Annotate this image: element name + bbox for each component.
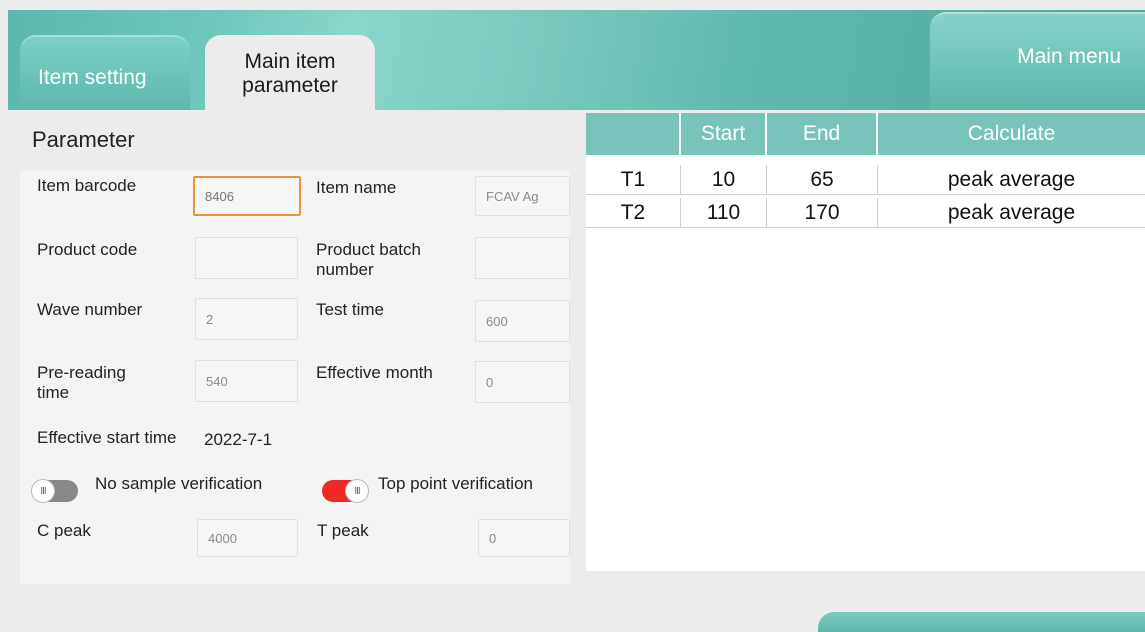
- product-batch-number-label: Product batch number: [316, 240, 421, 280]
- table-cell: T1: [586, 165, 681, 194]
- top-point-verification-toggle[interactable]: III: [322, 479, 369, 503]
- product-code-label: Product code: [37, 240, 138, 259]
- table-cell: 65: [767, 165, 878, 194]
- table-cell: peak average: [947, 200, 1076, 224]
- tab-item-setting[interactable]: Item setting: [20, 35, 190, 110]
- table-cell: peak average: [947, 167, 1076, 191]
- no-sample-verification-toggle[interactable]: III: [31, 479, 78, 503]
- table-cell: 170: [767, 198, 878, 227]
- main-menu-button[interactable]: Main menu: [930, 12, 1145, 110]
- bottom-action-button[interactable]: [818, 612, 1145, 632]
- no-sample-verification-label: No sample verification: [95, 474, 263, 493]
- effective-start-time-value: 2022-7-1: [204, 430, 273, 449]
- table-header: Start End Calculate: [586, 113, 1145, 155]
- product-batch-number-field[interactable]: [475, 237, 570, 279]
- table-cell: 110: [681, 198, 767, 227]
- t-peak-field[interactable]: 0: [478, 519, 570, 557]
- parameter-title: Parameter: [32, 127, 135, 152]
- t-peak-label: T peak: [317, 521, 369, 540]
- calculation-table: Start End Calculate T1 10 65 peak averag…: [586, 113, 1145, 571]
- pre-reading-time-field[interactable]: 540: [195, 360, 298, 402]
- table-cell: 10: [681, 165, 767, 194]
- parameter-panel: Item barcode 8406 Item name FCAV Ag Prod…: [20, 170, 570, 584]
- toggle-knob-icon: III: [345, 479, 369, 503]
- column-header-name: [586, 113, 681, 155]
- product-code-field[interactable]: [195, 237, 298, 279]
- test-time-field[interactable]: 600: [475, 300, 570, 342]
- table-cell: T2: [586, 198, 681, 227]
- item-barcode-field[interactable]: 8406: [193, 176, 301, 216]
- table-row[interactable]: T1 10 65 peak average: [586, 165, 1145, 195]
- wave-number-field[interactable]: 2: [195, 298, 298, 340]
- effective-month-label: Effective month: [316, 363, 433, 382]
- item-name-label: Item name: [316, 178, 397, 197]
- table-row[interactable]: T2 110 170 peak average: [586, 198, 1145, 228]
- item-barcode-label: Item barcode: [37, 176, 137, 195]
- tab-main-item-parameter-label: Main item parameter: [242, 50, 338, 98]
- main-menu-label: Main menu: [1017, 45, 1121, 68]
- tab-item-setting-label: Item setting: [38, 65, 147, 89]
- test-time-label: Test time: [316, 300, 385, 319]
- column-header-start: Start: [681, 113, 767, 155]
- effective-month-field[interactable]: 0: [475, 361, 570, 403]
- top-point-verification-label: Top point verification: [378, 474, 533, 493]
- column-header-end: End: [767, 113, 878, 155]
- column-header-calculate: Calculate: [967, 122, 1056, 145]
- wave-number-label: Wave number: [37, 300, 143, 319]
- c-peak-field[interactable]: 4000: [197, 519, 298, 557]
- product-batch-label-line1: Product batch: [316, 240, 421, 259]
- toggle-knob-icon: III: [31, 479, 55, 503]
- item-name-field[interactable]: FCAV Ag: [475, 176, 570, 216]
- effective-start-time-label: Effective start time: [37, 428, 177, 447]
- pre-reading-label-line1: Pre-reading: [37, 363, 126, 382]
- product-batch-label-line2: number: [316, 260, 374, 279]
- c-peak-label: C peak: [37, 521, 91, 540]
- tab-label-line2: parameter: [242, 73, 338, 97]
- pre-reading-time-label: Pre-reading time: [37, 363, 126, 403]
- tab-label-line1: Main item: [244, 49, 336, 73]
- tab-main-item-parameter[interactable]: Main item parameter: [205, 35, 375, 110]
- pre-reading-label-line2: time: [37, 383, 70, 402]
